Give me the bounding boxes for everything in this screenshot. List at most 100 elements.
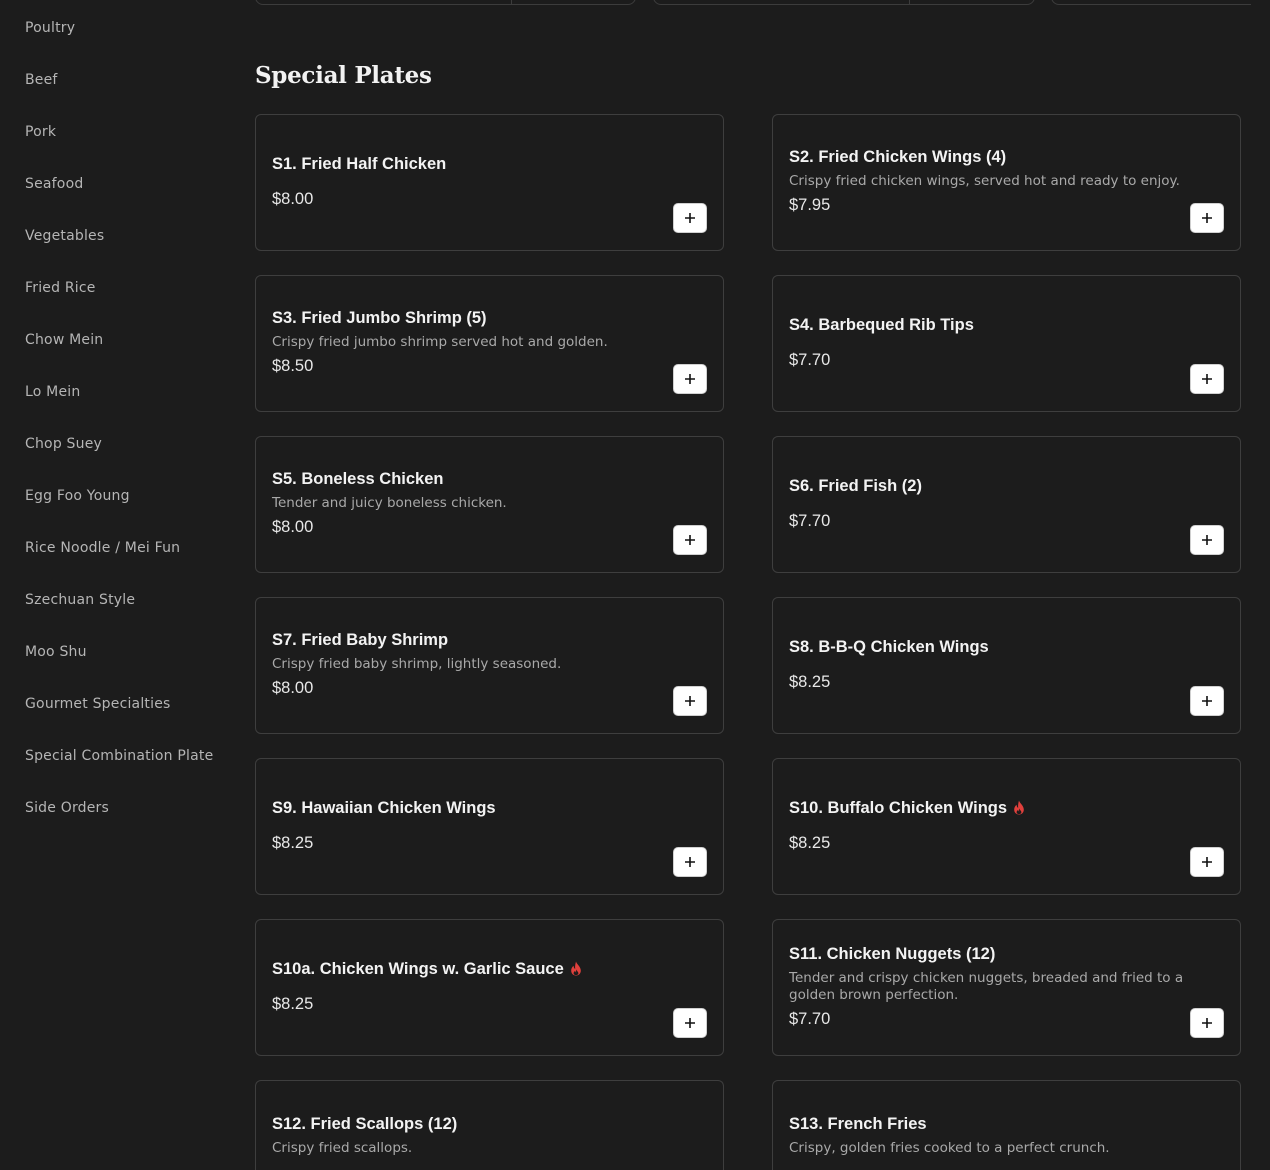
sidebar-item-szechuan-style[interactable]: Szechuan Style (25, 592, 135, 608)
add-to-cart-button[interactable] (1190, 686, 1224, 716)
sidebar-item-lo-mein[interactable]: Lo Mein (25, 384, 80, 400)
menu-item-card[interactable]: S3. Fried Jumbo Shrimp (5) Crispy fried … (255, 275, 724, 412)
item-name-text: S7. Fried Baby Shrimp (272, 631, 449, 649)
add-to-cart-button[interactable] (673, 847, 707, 877)
item-name-text: S10. Buffalo Chicken Wings (789, 798, 1008, 817)
item-name: S11. Chicken Nuggets (12) (789, 943, 1224, 965)
menu-item-card[interactable]: S4. Barbequed Rib Tips $7.70 (772, 275, 1241, 412)
item-price: $8.25 (272, 994, 314, 1013)
item-name: S3. Fried Jumbo Shrimp (5) (272, 307, 707, 329)
plus-icon (685, 535, 695, 545)
item-name: S2. Fried Chicken Wings (4) (789, 146, 1224, 168)
previous-section-card[interactable] (1051, 0, 1251, 5)
menu-item-card[interactable]: S8. B-B-Q Chicken Wings $8.25 (772, 597, 1241, 734)
menu-item-card[interactable]: S12. Fried Scallops (12) Crispy fried sc… (255, 1080, 724, 1170)
item-name: S13. French Fries (789, 1113, 1224, 1135)
sidebar-item-vegetables[interactable]: Vegetables (25, 228, 104, 244)
plus-icon (1202, 696, 1212, 706)
add-to-cart-button[interactable] (673, 203, 707, 233)
item-name: S7. Fried Baby Shrimp (272, 629, 707, 651)
item-name: S4. Barbequed Rib Tips (789, 314, 1224, 336)
item-price: $8.00 (272, 679, 314, 697)
item-price: $8.50 (272, 357, 314, 375)
sidebar-item-poultry[interactable]: Poultry (25, 20, 75, 36)
item-description: Crispy fried jumbo shrimp served hot and… (272, 334, 608, 350)
item-name: S8. B-B-Q Chicken Wings (789, 636, 1224, 658)
item-price: $7.95 (789, 196, 831, 214)
item-price: $7.70 (789, 1009, 831, 1028)
item-name: S10a. Chicken Wings w. Garlic Sauce (272, 958, 707, 980)
item-price: $8.00 (272, 518, 314, 536)
menu-item-card[interactable]: S10a. Chicken Wings w. Garlic Sauce $8.2… (255, 919, 724, 1056)
plus-icon (685, 857, 695, 867)
item-description: Tender and crispy chicken nuggets, bread… (789, 969, 1184, 1003)
sidebar-item-seafood[interactable]: Seafood (25, 176, 83, 192)
item-name: S5. Boneless Chicken (272, 468, 707, 490)
plus-icon (685, 213, 695, 223)
menu-item-card[interactable]: S5. Boneless Chicken Tender and juicy bo… (255, 436, 724, 573)
item-name-text: S13. French Fries (789, 1115, 927, 1133)
add-to-cart-button[interactable] (1190, 1008, 1224, 1038)
plus-icon (1202, 374, 1212, 384)
item-price: $8.00 (272, 189, 314, 208)
menu-item-card[interactable]: S13. French Fries Crispy, golden fries c… (772, 1080, 1241, 1170)
item-name-text: S1. Fried Half Chicken (272, 154, 447, 173)
add-to-cart-button[interactable] (1190, 364, 1224, 394)
add-to-cart-button[interactable] (1190, 203, 1224, 233)
item-description: Crispy fried chicken wings, served hot a… (789, 173, 1180, 189)
menu-item-card[interactable]: S9. Hawaiian Chicken Wings $8.25 (255, 758, 724, 895)
item-name: S10. Buffalo Chicken Wings (789, 797, 1224, 819)
previous-section-card[interactable] (653, 0, 1035, 5)
item-name: S6. Fried Fish (2) (789, 475, 1224, 497)
sidebar-item-gourmet-specialties[interactable]: Gourmet Specialties (25, 696, 171, 712)
plus-icon (685, 696, 695, 706)
item-name-text: S11. Chicken Nuggets (12) (789, 944, 996, 963)
sidebar-item-rice-noodle-mei-fun[interactable]: Rice Noodle / Mei Fun (25, 540, 180, 556)
menu-item-card[interactable]: S6. Fried Fish (2) $7.70 (772, 436, 1241, 573)
item-price: $7.70 (789, 350, 831, 369)
previous-section-card[interactable] (255, 0, 636, 5)
sidebar-item-egg-foo-young[interactable]: Egg Foo Young (25, 488, 130, 504)
add-to-cart-button[interactable] (673, 364, 707, 394)
item-description: Tender and juicy boneless chicken. (272, 495, 507, 511)
add-to-cart-button[interactable] (1190, 525, 1224, 555)
add-to-cart-button[interactable] (673, 1008, 707, 1038)
item-name-text: S2. Fried Chicken Wings (4) (789, 148, 1007, 166)
flame-icon (570, 961, 581, 976)
item-price: $8.25 (789, 833, 831, 852)
plus-icon (1202, 535, 1212, 545)
sidebar-item-pork[interactable]: Pork (25, 124, 56, 140)
sidebar-item-side-orders[interactable]: Side Orders (25, 800, 109, 816)
add-to-cart-button[interactable] (1190, 847, 1224, 877)
sidebar-item-chop-suey[interactable]: Chop Suey (25, 436, 102, 452)
item-name-text: S3. Fried Jumbo Shrimp (5) (272, 309, 487, 327)
plus-icon (1202, 213, 1212, 223)
item-name: S1. Fried Half Chicken (272, 153, 707, 175)
item-name-text: S6. Fried Fish (2) (789, 476, 922, 495)
menu-item-card[interactable]: S10. Buffalo Chicken Wings $8.25 (772, 758, 1241, 895)
sidebar-item-moo-shu[interactable]: Moo Shu (25, 644, 87, 660)
menu-item-card[interactable]: S11. Chicken Nuggets (12) Tender and cri… (772, 919, 1241, 1056)
category-sidebar: Poultry Beef Pork Seafood Vegetables Fri… (0, 0, 230, 1153)
menu-item-card[interactable]: S1. Fried Half Chicken $8.00 (255, 114, 724, 251)
sidebar-item-fried-rice[interactable]: Fried Rice (25, 280, 96, 296)
item-name-text: S8. B-B-Q Chicken Wings (789, 637, 989, 656)
plus-icon (1202, 1018, 1212, 1028)
sidebar-item-chow-mein[interactable]: Chow Mein (25, 332, 103, 348)
add-to-cart-button[interactable] (673, 686, 707, 716)
item-name: S9. Hawaiian Chicken Wings (272, 797, 707, 819)
add-to-cart-button[interactable] (673, 525, 707, 555)
menu-item-card[interactable]: S2. Fried Chicken Wings (4) Crispy fried… (772, 114, 1241, 251)
item-description: Crispy fried scallops. (272, 1140, 413, 1156)
sidebar-item-beef[interactable]: Beef (25, 72, 58, 88)
item-name-text: S12. Fried Scallops (12) (272, 1115, 458, 1133)
section-title: Special Plates (255, 62, 432, 89)
menu-item-card[interactable]: S7. Fried Baby Shrimp Crispy fried baby … (255, 597, 724, 734)
item-price: $8.25 (789, 672, 831, 691)
item-price: $7.70 (789, 511, 831, 530)
item-name-text: S5. Boneless Chicken (272, 470, 444, 488)
item-description: Crispy, golden fries cooked to a perfect… (789, 1140, 1110, 1156)
sidebar-item-special-combination-plate[interactable]: Special Combination Plate (25, 748, 213, 764)
item-name-text: S9. Hawaiian Chicken Wings (272, 798, 496, 817)
item-name-text: S10a. Chicken Wings w. Garlic Sauce (272, 959, 564, 978)
